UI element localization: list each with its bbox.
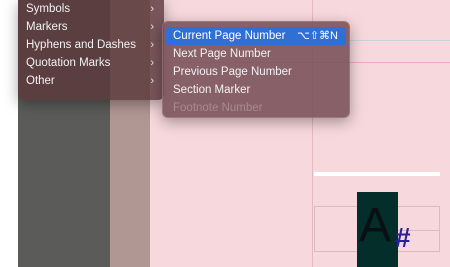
menu-item-label: Footnote Number (173, 102, 263, 114)
menu-item-quotation-marks[interactable]: Quotation Marks › (18, 54, 164, 72)
menu-item-markers[interactable]: Markers › (18, 18, 164, 36)
chevron-right-icon: › (150, 3, 154, 15)
keyboard-shortcut: ⌥⇧⌘N (297, 30, 338, 42)
chevron-right-icon: › (150, 57, 154, 69)
menu-item-section-marker[interactable]: Section Marker (166, 81, 346, 99)
chevron-right-icon: › (150, 21, 154, 33)
menu-item-symbols[interactable]: Symbols › (18, 0, 164, 18)
menu-item-hyphens-and-dashes[interactable]: Hyphens and Dashes › (18, 36, 164, 54)
page-rule (314, 172, 440, 176)
menu-item-label: Next Page Number (173, 48, 271, 60)
insert-special-character-menu: Symbols › Markers › Hyphens and Dashes ›… (18, 0, 164, 100)
menu-item-other[interactable]: Other › (18, 72, 164, 90)
menu-item-label: Section Marker (173, 84, 251, 96)
chevron-right-icon: › (150, 39, 154, 51)
menu-item-label: Current Page Number (173, 30, 286, 42)
page-number-marker: # (395, 222, 411, 253)
menu-item-label: Markers (26, 21, 68, 33)
chevron-right-icon: › (150, 75, 154, 87)
menu-item-label: Other (26, 75, 55, 87)
menu-item-footnote-number: Footnote Number (166, 99, 346, 117)
menu-item-label: Hyphens and Dashes (26, 39, 136, 51)
page-number-text-frame[interactable]: A # (357, 192, 411, 267)
menu-item-label: Symbols (26, 3, 71, 15)
markers-submenu: Current Page Number ⌥⇧⌘N Next Page Numbe… (162, 21, 350, 118)
menu-item-current-page-number[interactable]: Current Page Number ⌥⇧⌘N (166, 27, 346, 45)
frame-glyph: A (359, 199, 392, 252)
menu-item-previous-page-number[interactable]: Previous Page Number (166, 63, 346, 81)
menu-item-next-page-number[interactable]: Next Page Number (166, 45, 346, 63)
menu-item-label: Quotation Marks (26, 57, 111, 69)
menu-item-label: Previous Page Number (173, 66, 292, 78)
